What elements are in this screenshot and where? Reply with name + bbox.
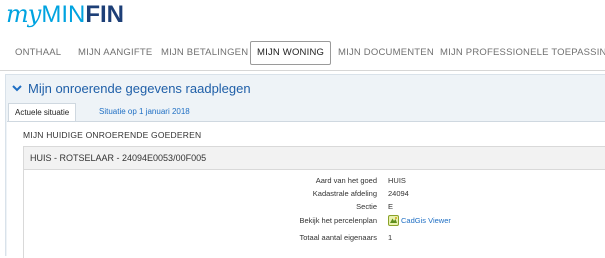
main-nav: ONTHAAL MIJN AANGIFTE MIJN BETALINGEN MI…	[0, 36, 605, 71]
section-title: Mijn onroerende gegevens raadplegen	[28, 80, 251, 96]
onroerende-gegevens-section: Mijn onroerende gegevens raadplegen Actu…	[5, 74, 605, 258]
content-title: MIJN HUIDIGE ONROERENDE GOEDEREN	[23, 130, 202, 140]
property-card: HUIS - ROTSELAAR - 24094E0053/00F005 Aar…	[23, 146, 605, 258]
logo-fin: FIN	[85, 1, 124, 28]
field-row-sectie: Sectie E	[24, 201, 605, 213]
field-row-totaal-eigenaars: Totaal aantal eigenaars 1	[24, 232, 605, 244]
field-label: Bekijk het percelenplan	[299, 216, 377, 225]
field-row-aard: Aard van het goed HUIS	[24, 175, 605, 187]
field-value: 24094	[388, 189, 409, 198]
tab-content: MIJN HUIDIGE ONROERENDE GOEDEREN HUIS - …	[7, 121, 605, 258]
cadgis-viewer-icon[interactable]	[388, 214, 399, 226]
field-value: E	[388, 202, 394, 211]
chevron-down-icon[interactable]	[12, 83, 22, 93]
field-row-percelenplan: Bekijk het percelenplan CadGis Viewer	[24, 214, 605, 229]
field-value: HUIS	[388, 176, 406, 185]
nav-item-mijn-documenten[interactable]: MIJN DOCUMENTEN	[338, 43, 434, 63]
tab-situatie-1-januari-2018[interactable]: Situatie op 1 januari 2018	[93, 103, 196, 120]
tab-actuele-situatie[interactable]: Actuele situatie	[8, 103, 77, 122]
logo-min: MIN	[41, 1, 86, 28]
field-label: Sectie	[356, 202, 377, 211]
logo-my: my	[6, 0, 41, 28]
field-label: Kadastrale afdeling	[312, 189, 377, 198]
section-header[interactable]: Mijn onroerende gegevens raadplegen	[12, 79, 251, 97]
nav-item-mijn-woning[interactable]: MIJN WONING	[250, 41, 332, 65]
cadgis-viewer-link[interactable]: CadGis Viewer	[388, 214, 451, 227]
field-label: Totaal aantal eigenaars	[299, 233, 377, 242]
field-row-kadastrale-afdeling: Kadastrale afdeling 24094	[24, 188, 605, 200]
nav-item-mijn-betalingen[interactable]: MIJN BETALINGEN	[161, 43, 248, 63]
field-label: Aard van het goed	[315, 176, 377, 185]
cadgis-viewer-label[interactable]: CadGis Viewer	[401, 216, 451, 225]
nav-item-onthaal[interactable]: ONTHAAL	[15, 43, 61, 63]
nav-item-mijn-aangifte[interactable]: MIJN AANGIFTE	[78, 43, 152, 63]
myminfin-logo[interactable]: my MIN FIN	[6, 0, 124, 30]
property-header[interactable]: HUIS - ROTSELAAR - 24094E0053/00F005	[24, 147, 605, 170]
nav-item-mijn-professionele-toepassingen[interactable]: MIJN PROFESSIONELE TOEPASSINGEN	[440, 43, 605, 63]
field-value: 1	[388, 233, 393, 242]
